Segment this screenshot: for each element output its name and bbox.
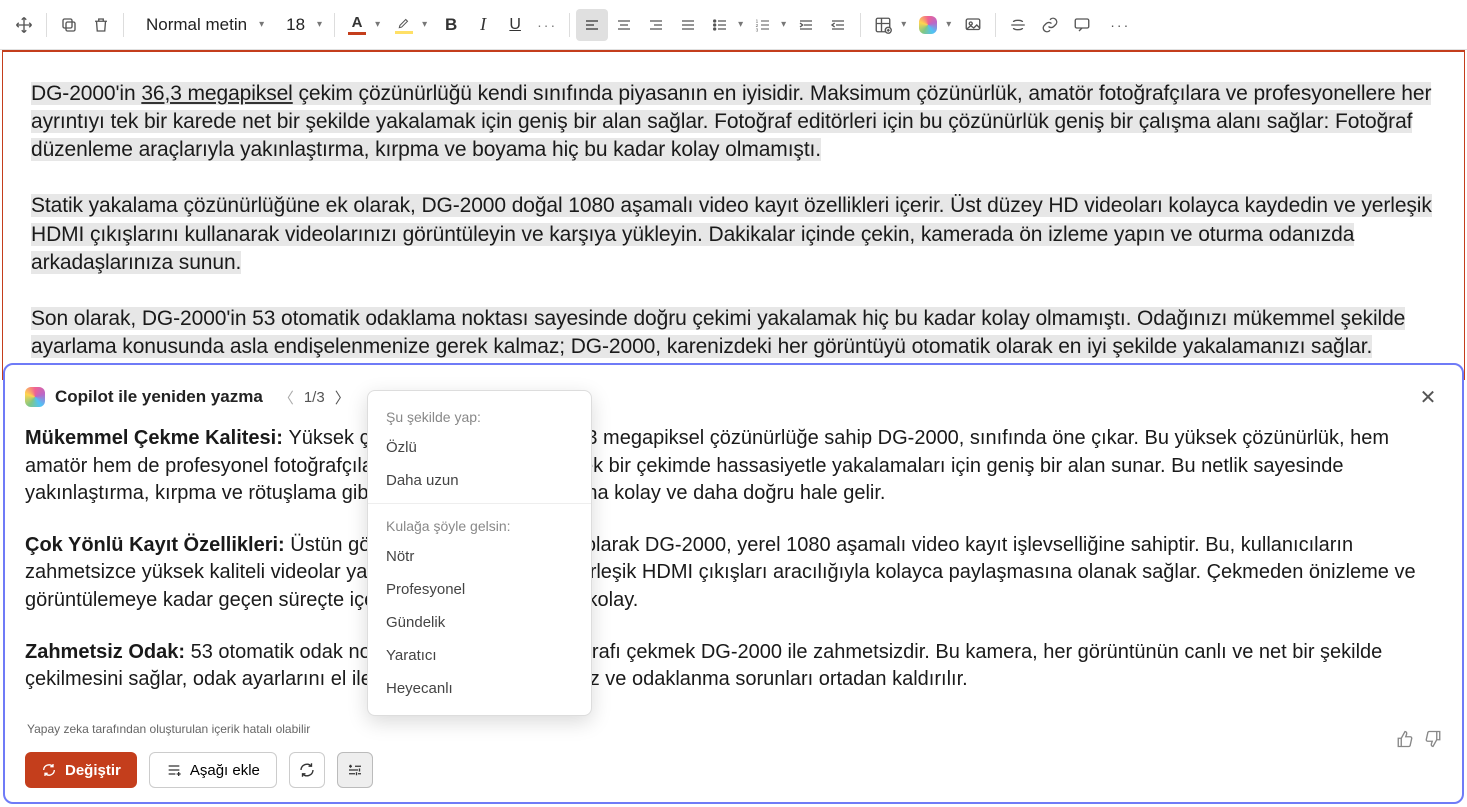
chevron-down-icon[interactable]: ▾ <box>781 19 786 30</box>
font-color-button[interactable]: A <box>341 9 373 41</box>
link-text[interactable]: 36,3 megapiksel <box>141 82 292 105</box>
separator <box>569 13 570 37</box>
paragraph: Statik yakalama çözünürlüğüne ek olarak,… <box>31 192 1436 276</box>
thumbs-down-button[interactable] <box>1424 730 1442 748</box>
toolbar: Normal metin ▾ 18 ▾ A ▾ ▾ B I U ··· ▾ <box>0 0 1467 50</box>
tone-adjust-button[interactable] <box>337 752 373 788</box>
insert-image-button[interactable] <box>957 9 989 41</box>
section-title: Çok Yönlü Kayıt Özellikleri: <box>25 534 290 556</box>
chevron-down-icon[interactable]: ▾ <box>901 19 906 30</box>
rewrite-content: Mükemmel Çekme Kalitesi: Yüksek çekim çö… <box>25 425 1442 694</box>
tone-option-casual[interactable]: Gündelik <box>368 606 591 639</box>
align-justify-button[interactable] <box>672 9 704 41</box>
font-size-selector[interactable]: 18 ▾ <box>270 9 328 41</box>
indent-increase-button[interactable] <box>790 9 822 41</box>
separator <box>334 13 335 37</box>
regenerate-button[interactable] <box>289 752 325 788</box>
tone-option-professional[interactable]: Profesyonel <box>368 573 591 606</box>
italic-button[interactable]: I <box>467 9 499 41</box>
chevron-down-icon[interactable]: ▾ <box>946 19 951 30</box>
thumbs-up-button[interactable] <box>1396 730 1414 748</box>
bold-button[interactable]: B <box>435 9 467 41</box>
tone-option-creative[interactable]: Yaratıcı <box>368 639 591 672</box>
menu-divider <box>368 503 591 504</box>
separator <box>46 13 47 37</box>
align-left-button[interactable] <box>576 9 608 41</box>
menu-group-label: Kulağa şöyle gelsin: <box>368 510 591 540</box>
numbered-list-button[interactable]: 123 <box>747 9 779 41</box>
copilot-toolbar-button[interactable] <box>912 9 944 41</box>
more-options-icon[interactable]: ··· <box>1104 9 1136 41</box>
more-formatting-icon[interactable]: ··· <box>531 9 563 41</box>
document-body[interactable]: DG-2000'in 36,3 megapiksel çekim çözünür… <box>2 50 1465 380</box>
copy-icon[interactable] <box>53 9 85 41</box>
tone-option-enthusiastic[interactable]: Heyecanlı <box>368 672 591 705</box>
underline-button[interactable]: U <box>499 9 531 41</box>
next-page-button[interactable]: 〉 <box>335 387 350 408</box>
menu-group-label: Şu şekilde yap: <box>368 401 591 431</box>
insert-below-label: Aşağı ekle <box>190 762 260 779</box>
tone-option-neutral[interactable]: Nötr <box>368 540 591 573</box>
chevron-down-icon: ▾ <box>259 19 264 30</box>
pane-title: Copilot ile yeniden yazma <box>55 387 263 407</box>
replace-button[interactable]: Değiştir <box>25 752 137 788</box>
move-icon[interactable] <box>8 9 40 41</box>
ai-disclaimer: Yapay zeka tarafından oluşturulan içerik… <box>27 722 310 736</box>
insert-table-button[interactable] <box>867 9 899 41</box>
comment-button[interactable] <box>1066 9 1098 41</box>
svg-text:3: 3 <box>756 27 759 32</box>
font-size-value: 18 <box>276 15 315 35</box>
highlight-color-button[interactable] <box>388 9 420 41</box>
chevron-down-icon: ▾ <box>317 19 322 30</box>
trash-icon[interactable] <box>85 9 117 41</box>
chevron-down-icon[interactable]: ▾ <box>375 19 380 30</box>
tone-option-longer[interactable]: Daha uzun <box>368 464 591 497</box>
paragraph: DG-2000'in 36,3 megapiksel çekim çözünür… <box>31 80 1436 164</box>
insert-below-button[interactable]: Aşağı ekle <box>149 752 277 788</box>
page-indicator: 1/3 <box>304 389 325 406</box>
feedback-controls <box>1396 730 1442 748</box>
copilot-icon <box>25 387 45 407</box>
paragraph-style-label: Normal metin <box>136 15 257 35</box>
strikethrough-button[interactable] <box>1002 9 1034 41</box>
pane-footer: Değiştir Aşağı ekle <box>25 752 1442 788</box>
copilot-rewrite-pane: Copilot ile yeniden yazma 〈 1/3 〉 ✕ Müke… <box>3 363 1464 804</box>
close-button[interactable]: ✕ <box>1414 383 1442 411</box>
section-title: Zahmetsiz Odak: <box>25 641 191 663</box>
link-button[interactable] <box>1034 9 1066 41</box>
indent-decrease-button[interactable] <box>822 9 854 41</box>
prev-page-button[interactable]: 〈 <box>279 387 294 408</box>
separator <box>860 13 861 37</box>
chevron-down-icon[interactable]: ▾ <box>422 19 427 30</box>
section-title: Mükemmel Çekme Kalitesi: <box>25 427 288 449</box>
tone-options-menu: Şu şekilde yap: Özlü Daha uzun Kulağa şö… <box>367 390 592 716</box>
pane-header: Copilot ile yeniden yazma 〈 1/3 〉 ✕ <box>25 383 1442 411</box>
align-right-button[interactable] <box>640 9 672 41</box>
paragraph-style-selector[interactable]: Normal metin ▾ <box>130 9 270 41</box>
bulleted-list-button[interactable] <box>704 9 736 41</box>
page-navigation: 〈 1/3 〉 <box>279 387 350 408</box>
paragraph: Son olarak, DG-2000'in 53 otomatik odakl… <box>31 305 1436 361</box>
chevron-down-icon[interactable]: ▾ <box>738 19 743 30</box>
replace-label: Değiştir <box>65 762 121 779</box>
separator <box>995 13 996 37</box>
tone-option-concise[interactable]: Özlü <box>368 431 591 464</box>
align-center-button[interactable] <box>608 9 640 41</box>
separator <box>123 13 124 37</box>
